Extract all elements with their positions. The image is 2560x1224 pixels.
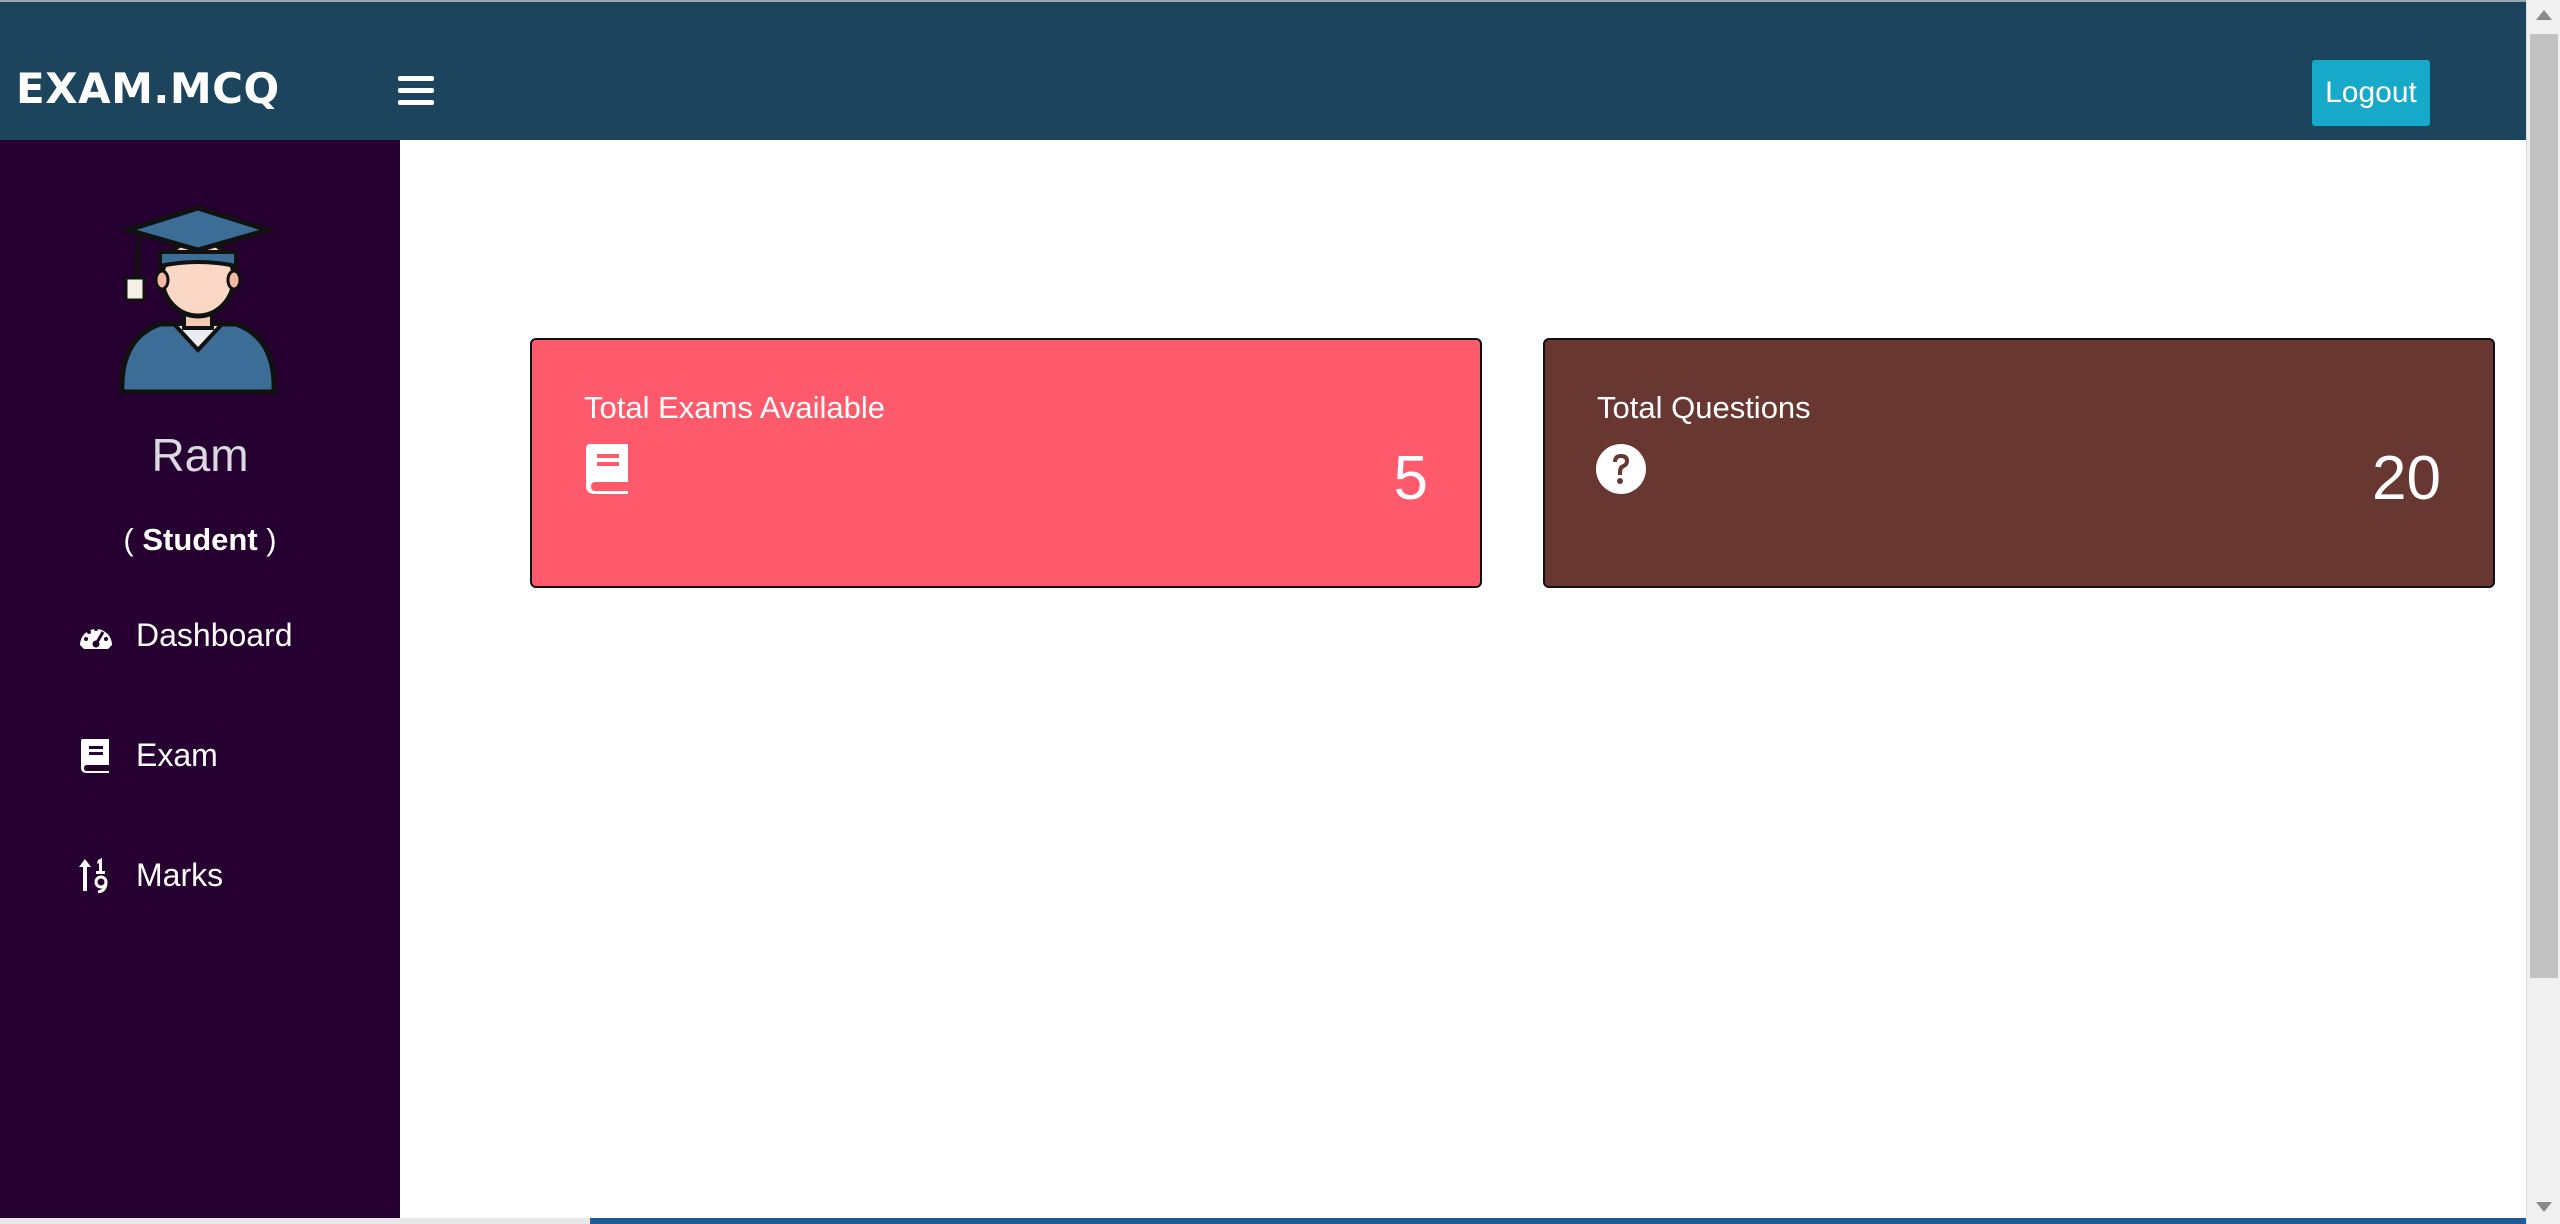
- sort-numeric-icon: [78, 857, 114, 893]
- sidebar-item-label: Marks: [136, 856, 224, 893]
- graduate-avatar-icon: [112, 200, 284, 400]
- sidebar-item-exam[interactable]: Exam: [78, 730, 218, 780]
- hamburger-menu-icon[interactable]: [398, 76, 434, 108]
- scroll-down-icon[interactable]: [2536, 1202, 2552, 1212]
- tachometer-icon: [78, 617, 114, 653]
- bottom-edge-segment: [590, 1218, 2526, 1224]
- stat-value: 20: [2372, 444, 2441, 513]
- bottom-edge: [0, 1218, 2526, 1224]
- scrollbar-thumb[interactable]: [2530, 34, 2558, 978]
- sidebar-item-label: Exam: [136, 736, 218, 773]
- total-questions-card[interactable]: Total Questions 20: [1543, 338, 2495, 588]
- top-navbar: EXAM.MCQ Logout: [0, 0, 2526, 140]
- main-content: Total Exams Available 5 Total Questions …: [400, 140, 2526, 1224]
- stat-title: Total Questions: [1597, 390, 1811, 425]
- total-exams-card[interactable]: Total Exams Available 5: [530, 338, 1482, 588]
- sidebar: Ram ( Student ) Dashboard Exam Marks: [0, 140, 400, 1224]
- book-icon: [582, 442, 634, 496]
- user-name: Ram: [151, 429, 249, 481]
- stat-value: 5: [1393, 444, 1428, 513]
- book-icon: [78, 737, 114, 773]
- sidebar-item-label: Dashboard: [136, 616, 293, 653]
- logout-button[interactable]: Logout: [2312, 60, 2430, 126]
- user-role: ( Student ): [123, 522, 277, 557]
- sidebar-item-dashboard[interactable]: Dashboard: [78, 610, 293, 660]
- stat-title: Total Exams Available: [584, 390, 885, 425]
- brand-logo[interactable]: EXAM.MCQ: [16, 68, 280, 110]
- user-role-label: Student: [142, 522, 258, 557]
- vertical-scrollbar[interactable]: [2526, 0, 2560, 1224]
- question-circle-icon: [1595, 442, 1647, 496]
- scroll-up-icon[interactable]: [2536, 10, 2552, 20]
- sidebar-item-marks[interactable]: Marks: [78, 850, 223, 900]
